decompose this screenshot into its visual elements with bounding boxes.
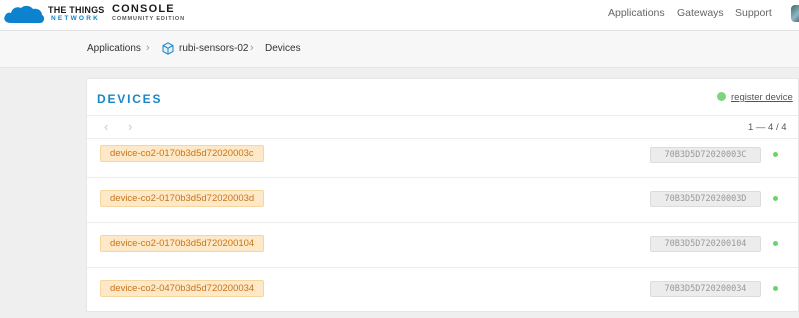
chevron-right-icon: › [146,42,150,54]
cube-icon [162,42,174,55]
console-title: CONSOLE COMMUNITY EDITION [112,3,185,22]
status-online-dot [773,152,778,157]
breadcrumb-application[interactable]: rubi-sensors-02 [179,43,248,54]
status-online-dot [773,196,778,201]
chevron-left-icon[interactable]: ‹ [104,119,108,134]
device-eui-badge: 70B3D5D72020003D [650,191,761,207]
ttn-logo[interactable]: THE THINGS NETWORK [3,3,105,25]
status-online-dot [773,286,778,291]
device-eui-badge: 70B3D5D720200034 [650,281,761,297]
plus-icon [717,92,726,101]
table-row[interactable]: device-co2-0170b3d5d72020003d 70B3D5D720… [87,178,798,223]
page-title: DEVICES [97,92,163,106]
register-device-label: register device [731,92,793,103]
logo-text-the-things: THE THINGS [48,5,105,15]
breadcrumb-applications[interactable]: Applications [87,43,141,54]
breadcrumb-devices: Devices [265,43,301,54]
chevron-right-icon: › [250,42,254,54]
device-eui-badge: 70B3D5D720200104 [650,236,761,252]
device-id-tag[interactable]: device-co2-0470b3d5d720200034 [100,280,265,297]
device-eui-badge: 70B3D5D72020003C [650,147,761,163]
pagination-range: 1 — 4 / 4 [748,122,787,133]
breadcrumb: Applications › rubi-sensors-02 › Devices [0,31,799,68]
console-label: CONSOLE [112,3,175,15]
table-row[interactable]: device-co2-0170b3d5d72020003c 70B3D5D720… [87,139,798,178]
nav-gateways[interactable]: Gateways [677,7,724,19]
device-id-tag[interactable]: device-co2-0170b3d5d720200104 [100,235,265,252]
nav-applications[interactable]: Applications [608,7,665,19]
chevron-right-icon[interactable]: › [128,119,132,134]
table-row[interactable]: device-co2-0470b3d5d720200034 70B3D5D720… [87,268,798,313]
console-edition-label: COMMUNITY EDITION [112,16,185,22]
register-device-link[interactable]: register device [717,92,793,103]
devices-panel: DEVICES register device ‹ › 1 — 4 / 4 de… [86,78,799,312]
top-navigation-bar: THE THINGS NETWORK CONSOLE COMMUNITY EDI… [0,0,799,31]
table-row[interactable]: device-co2-0170b3d5d720200104 70B3D5D720… [87,223,798,268]
nav-support[interactable]: Support [735,7,772,19]
pagination: ‹ › 1 — 4 / 4 [87,115,798,139]
logo-text-network: NETWORK [51,15,100,22]
device-id-tag[interactable]: device-co2-0170b3d5d72020003c [100,145,264,162]
status-online-dot [773,241,778,246]
cloud-icon [4,5,45,24]
device-id-tag[interactable]: device-co2-0170b3d5d72020003d [100,190,265,207]
user-avatar[interactable] [791,5,799,22]
